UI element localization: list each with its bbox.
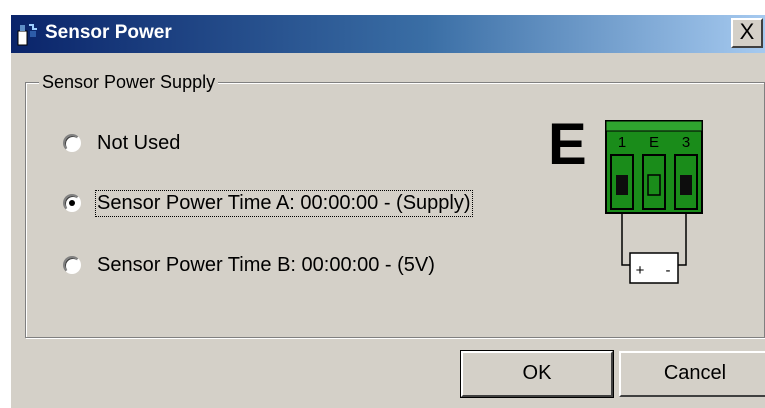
radio-label: Sensor Power Time B: 00:00:00 - (5V) (97, 253, 435, 276)
radio-not-used[interactable]: Not Used (63, 131, 180, 155)
title-bar[interactable]: Sensor Power X (11, 15, 765, 53)
radio-button[interactable] (63, 134, 81, 152)
terminal-block-top-strip (605, 120, 703, 132)
radio-label: Not Used (97, 131, 181, 154)
wire-left (621, 213, 630, 266)
pin-3 (680, 175, 692, 195)
sensor-power-dialog: Sensor Power X Sensor Power Supply Not U… (10, 14, 765, 408)
wire-right (678, 213, 687, 266)
cancel-button[interactable]: Cancel (619, 351, 765, 397)
window-title: Sensor Power (45, 22, 172, 43)
ok-button[interactable]: OK (460, 350, 614, 398)
close-button[interactable]: X (731, 18, 763, 48)
battery-plus: + (636, 262, 645, 279)
battery-minus: - (666, 262, 671, 279)
pin-label-3: 3 (682, 134, 690, 151)
pin-label-e: E (649, 134, 659, 151)
radio-label: Sensor Power Time A: 00:00:00 - (Supply) (95, 189, 473, 217)
radio-power-time-b[interactable]: Sensor Power Time B: 00:00:00 - (5V) (63, 253, 435, 277)
connector-letter: E (548, 112, 587, 177)
pin-label-1: 1 (618, 134, 626, 151)
pin-e (647, 174, 661, 196)
pin-1 (616, 175, 628, 195)
battery-wiring: + - (621, 213, 687, 284)
close-icon: X (739, 19, 755, 44)
radio-button[interactable] (63, 194, 81, 212)
connector-diagram: 1 E 3 (605, 120, 703, 214)
radio-button[interactable] (63, 256, 81, 274)
group-label: Sensor Power Supply (39, 72, 219, 93)
app-icon (17, 24, 37, 46)
radio-power-time-a[interactable]: Sensor Power Time A: 00:00:00 - (Supply) (63, 189, 473, 217)
